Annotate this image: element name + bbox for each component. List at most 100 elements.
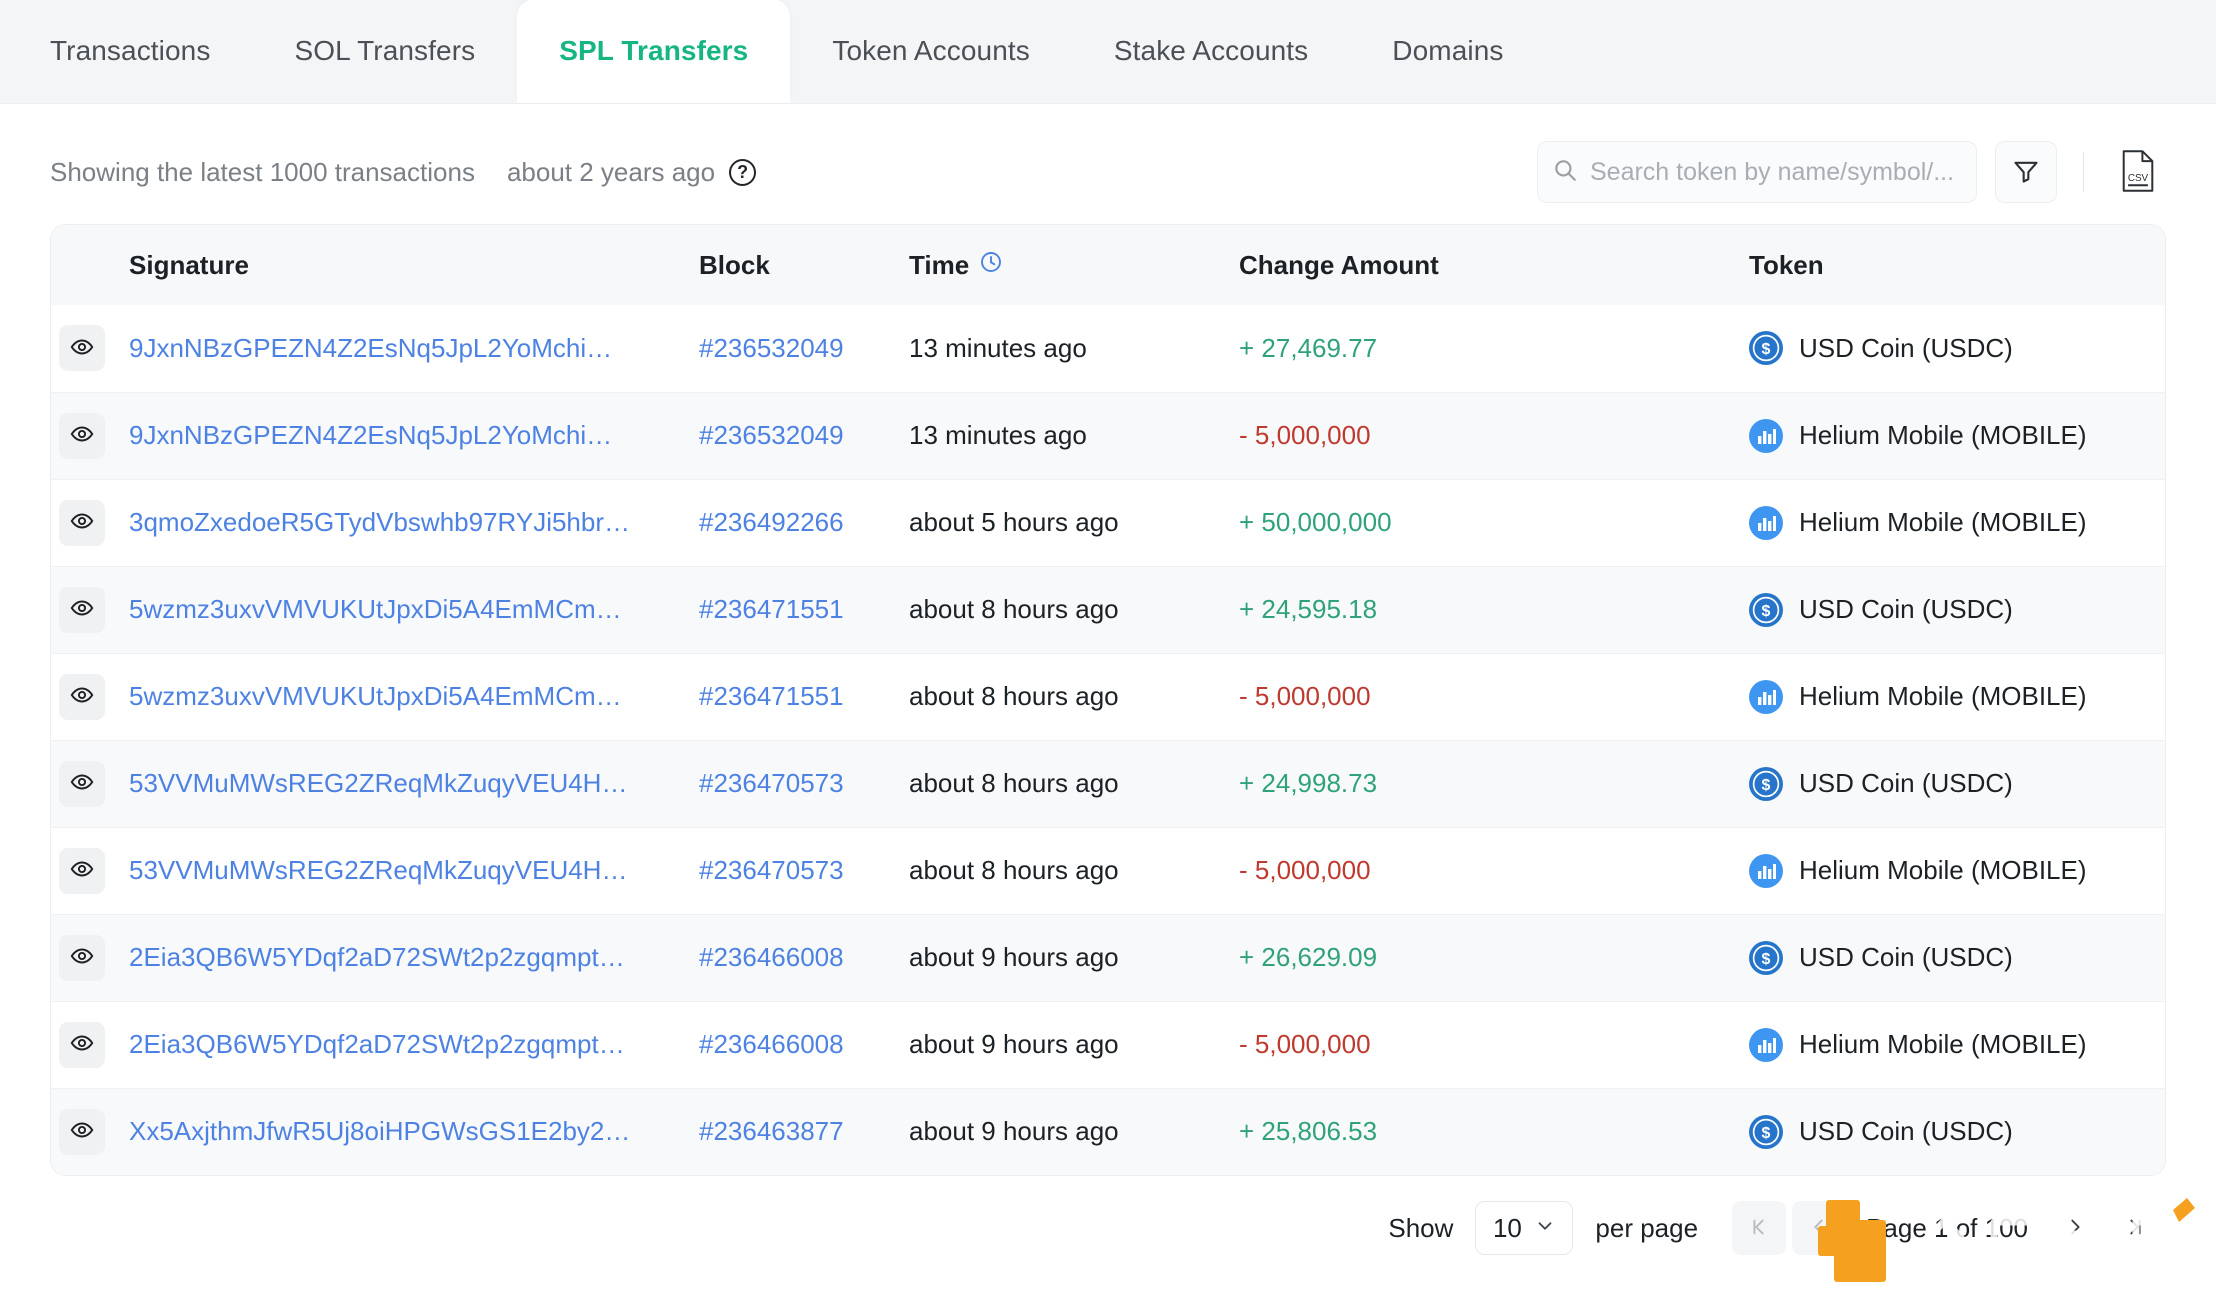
block-link[interactable]: #236466008 <box>699 1029 909 1060</box>
usdc-icon: $ <box>1749 766 1783 801</box>
show-label: Show <box>1388 1212 1454 1243</box>
row-time-cell: about 5 hours ago <box>909 479 1239 566</box>
showing-summary: Showing the latest 1000 transactions abo… <box>50 156 757 188</box>
row-view-cell <box>51 566 129 653</box>
token-name: Helium Mobile (MOBILE) <box>1799 507 2087 537</box>
content-panel: Showing the latest 1000 transactions abo… <box>0 104 2216 1306</box>
tab-sol-transfers[interactable]: SOL Transfers <box>252 0 517 103</box>
first-page-button[interactable] <box>1732 1201 1787 1255</box>
change-amount: + 24,595.18 <box>1239 594 1378 624</box>
time-text: 13 minutes ago <box>909 420 1087 450</box>
row-amount-cell: - 5,000,000 <box>1239 827 1749 914</box>
mobile-icon <box>1749 505 1783 540</box>
row-time-cell: about 8 hours ago <box>909 566 1239 653</box>
signature-link[interactable]: 9JxnNBzGPEZN4Z2EsNq5JpL2YoMchi… <box>129 420 699 451</box>
view-details-button[interactable] <box>59 499 105 546</box>
header-change-amount: Change Amount <box>1239 225 1749 305</box>
token-name: Helium Mobile (MOBILE) <box>1799 681 2087 711</box>
tab-token-accounts[interactable]: Token Accounts <box>790 0 1072 103</box>
row-token-cell: Helium Mobile (MOBILE) <box>1749 827 2165 914</box>
signature-link[interactable]: 5wzmz3uxvVMVUKUtJpxDi5A4EmMCm… <box>129 594 699 625</box>
signature-link[interactable]: 53VVMuMWsREG2ZReqMkZuqyVEU4H… <box>129 768 699 799</box>
block-link[interactable]: #236532049 <box>699 420 909 451</box>
view-details-button[interactable] <box>59 586 105 633</box>
view-details-button[interactable] <box>59 412 105 459</box>
chevron-right-icon <box>2064 1216 2086 1241</box>
signature-link[interactable]: 2Eia3QB6W5YDqf2aD72SWt2p2zgqmpt… <box>129 942 699 973</box>
svg-text:$: $ <box>1762 1125 1771 1142</box>
view-details-button[interactable] <box>59 760 105 807</box>
signature-link[interactable]: 9JxnNBzGPEZN4Z2EsNq5JpL2YoMchi… <box>129 333 699 364</box>
header-time[interactable]: Time <box>909 225 1239 305</box>
block-link[interactable]: #236466008 <box>699 942 909 973</box>
block-link[interactable]: #236471551 <box>699 681 909 712</box>
block-link[interactable]: #236470573 <box>699 768 909 799</box>
clock-icon[interactable] <box>979 250 1003 281</box>
table-row[interactable]: 9JxnNBzGPEZN4Z2EsNq5JpL2YoMchi… #23653204… <box>51 305 2165 392</box>
tab-domains[interactable]: Domains <box>1350 0 1545 103</box>
row-time-cell: about 8 hours ago <box>909 740 1239 827</box>
view-details-button[interactable] <box>59 325 105 372</box>
signature-link[interactable]: 2Eia3QB6W5YDqf2aD72SWt2p2zgqmpt… <box>129 1029 699 1060</box>
search-input[interactable] <box>1590 157 1962 187</box>
table-row[interactable]: 3qmoZxedoeR5GTydVbswhb97RYJi5hbr… #236492… <box>51 479 2165 566</box>
tab-stake-accounts[interactable]: Stake Accounts <box>1072 0 1350 103</box>
view-details-button[interactable] <box>59 1021 105 1068</box>
view-details-button[interactable] <box>59 847 105 894</box>
usdc-icon: $ <box>1749 331 1783 366</box>
search-icon <box>1552 157 1578 188</box>
view-details-button[interactable] <box>59 673 105 720</box>
block-link[interactable]: #236470573 <box>699 855 909 886</box>
signature-link[interactable]: 5wzmz3uxvVMVUKUtJpxDi5A4EmMCm… <box>129 681 699 712</box>
tab-transactions[interactable]: Transactions <box>8 0 252 103</box>
table-row[interactable]: Xx5AxjthmJfwR5Uj8oiHPGWsGS1E2by2… #236463… <box>51 1088 2165 1175</box>
tab-spl-transfers[interactable]: SPL Transfers <box>517 0 791 103</box>
row-amount-cell: + 24,998.73 <box>1239 740 1749 827</box>
showing-count-text: Showing the latest 1000 transactions <box>50 156 475 187</box>
help-icon[interactable]: ? <box>729 158 757 186</box>
svg-text:CSV: CSV <box>2128 172 2149 183</box>
search-box[interactable] <box>1537 141 1977 203</box>
token-name: USD Coin (USDC) <box>1799 1116 2013 1147</box>
toolbar-divider <box>2083 152 2084 192</box>
block-link[interactable]: #236471551 <box>699 594 909 625</box>
eye-icon <box>70 335 94 362</box>
table-row[interactable]: 5wzmz3uxvVMVUKUtJpxDi5A4EmMCm… #236471551… <box>51 566 2165 653</box>
time-text: about 8 hours ago <box>909 768 1119 798</box>
time-text: about 9 hours ago <box>909 942 1119 972</box>
view-details-button[interactable] <box>59 934 105 981</box>
change-amount: - 5,000,000 <box>1239 1029 1371 1059</box>
block-link[interactable]: #236463877 <box>699 1116 909 1147</box>
filter-button[interactable] <box>1995 141 2057 203</box>
svg-text:$: $ <box>1762 951 1771 968</box>
usdc-icon: $ <box>1749 1114 1783 1149</box>
block-link[interactable]: #236532049 <box>699 333 909 364</box>
block-link[interactable]: #236492266 <box>699 507 909 538</box>
table-row[interactable]: 9JxnNBzGPEZN4Z2EsNq5JpL2YoMchi… #23653204… <box>51 392 2165 479</box>
table-row[interactable]: 53VVMuMWsREG2ZReqMkZuqyVEU4H… #236470573 a… <box>51 740 2165 827</box>
table-row[interactable]: 2Eia3QB6W5YDqf2aD72SWt2p2zgqmpt… #2364660… <box>51 1001 2165 1088</box>
chevron-left-icon <box>1808 1216 1830 1241</box>
last-page-button[interactable] <box>2108 1201 2162 1255</box>
row-signature-cell: 53VVMuMWsREG2ZReqMkZuqyVEU4H… <box>129 740 699 827</box>
header-signature: Signature <box>129 225 699 305</box>
signature-link[interactable]: 53VVMuMWsREG2ZReqMkZuqyVEU4H… <box>129 855 699 886</box>
table-row[interactable]: 2Eia3QB6W5YDqf2aD72SWt2p2zgqmpt… #2364660… <box>51 914 2165 1001</box>
row-token-cell: $ USD Coin (USDC) <box>1749 1088 2165 1175</box>
row-time-cell: 13 minutes ago <box>909 392 1239 479</box>
table-row[interactable]: 5wzmz3uxvVMVUKUtJpxDi5A4EmMCm… #236471551… <box>51 653 2165 740</box>
svg-text:$: $ <box>1762 341 1771 358</box>
mobile-icon <box>1749 679 1783 714</box>
table-row[interactable]: 53VVMuMWsREG2ZReqMkZuqyVEU4H… #236470573 a… <box>51 827 2165 914</box>
time-text: about 9 hours ago <box>909 1029 1119 1059</box>
signature-link[interactable]: 3qmoZxedoeR5GTydVbswhb97RYJi5hbr… <box>129 507 699 538</box>
chevron-first-icon <box>1748 1216 1770 1241</box>
change-amount: - 5,000,000 <box>1239 681 1371 711</box>
svg-text:$: $ <box>1762 603 1771 620</box>
prev-page-button[interactable] <box>1792 1201 1847 1255</box>
page-size-select[interactable]: 10 <box>1475 1201 1574 1255</box>
view-details-button[interactable] <box>59 1108 105 1155</box>
csv-download-button[interactable]: CSV <box>2110 141 2166 203</box>
signature-link[interactable]: Xx5AxjthmJfwR5Uj8oiHPGWsGS1E2by2… <box>129 1116 699 1147</box>
next-page-button[interactable] <box>2048 1201 2102 1255</box>
